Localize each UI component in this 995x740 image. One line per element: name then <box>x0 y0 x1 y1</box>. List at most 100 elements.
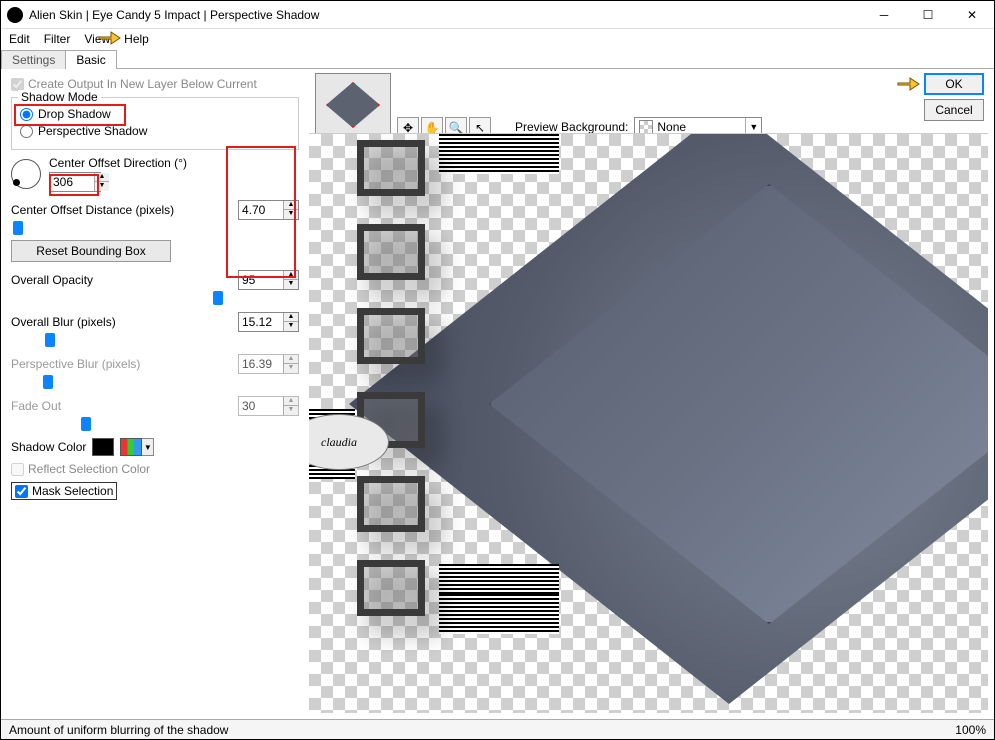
menu-bar: Edit Filter View Help <box>1 29 994 49</box>
menu-edit[interactable]: Edit <box>9 32 30 46</box>
radio-perspective-shadow[interactable]: Perspective Shadow <box>20 124 290 138</box>
perspective-blur-slider <box>11 376 299 388</box>
center-offset-distance-label: Center Offset Distance (pixels) <box>11 203 174 217</box>
overall-opacity-input[interactable] <box>239 271 283 289</box>
menu-filter[interactable]: Filter <box>44 32 71 46</box>
overall-blur-spinner[interactable]: ▲▼ <box>238 312 299 332</box>
pointer-hand-icon <box>97 27 121 47</box>
spin-down-icon[interactable]: ▼ <box>284 322 298 331</box>
preview-background-value: None <box>657 120 686 134</box>
title-bar: Alien Skin | Eye Candy 5 Impact | Perspe… <box>1 1 994 29</box>
shadow-color-swatch[interactable] <box>92 438 114 456</box>
right-toolbar-area: ✥ ✋ 🔍 ↖ Preview Background: None ▼ OK Ca… <box>309 69 994 133</box>
fade-out-input <box>239 397 283 415</box>
tabs-row: Settings Basic <box>1 49 994 69</box>
status-bar: Amount of uniform blurring of the shadow… <box>1 719 994 739</box>
reflect-selection-label: Reflect Selection Color <box>28 462 150 476</box>
film-cell <box>357 308 425 364</box>
minimize-button[interactable]: ─ <box>862 1 906 29</box>
preview-canvas[interactable]: claudia <box>309 133 988 713</box>
center-offset-direction-label: Center Offset Direction (°) <box>49 156 187 170</box>
shadow-color-row: Shadow Color ▼ <box>11 438 299 456</box>
stripe-decoration <box>439 594 559 634</box>
film-cell <box>357 476 425 532</box>
shadow-mode-legend: Shadow Mode <box>18 90 101 104</box>
transparency-swatch-icon <box>639 120 653 134</box>
spin-down-icon: ▼ <box>284 406 298 415</box>
menu-help[interactable]: Help <box>124 32 149 46</box>
center-offset-direction-input[interactable] <box>50 173 94 191</box>
overall-blur-row: Overall Blur (pixels) ▲▼ <box>11 312 299 332</box>
spin-up-icon[interactable]: ▲ <box>284 313 298 322</box>
mask-selection-label: Mask Selection <box>32 484 113 498</box>
right-panel: ✥ ✋ 🔍 ↖ Preview Background: None ▼ OK Ca… <box>309 69 994 719</box>
center-offset-distance-slider[interactable] <box>11 222 299 234</box>
film-cell <box>357 224 425 280</box>
radio-perspective-shadow-input[interactable] <box>20 125 33 138</box>
spin-up-icon[interactable]: ▲ <box>284 271 298 280</box>
perspective-blur-input <box>239 355 283 373</box>
spin-down-icon: ▼ <box>284 364 298 373</box>
radio-drop-shadow-input[interactable] <box>20 108 33 121</box>
film-cell <box>357 560 425 616</box>
create-output-checkbox[interactable]: Create Output In New Layer Below Current <box>11 77 299 91</box>
close-button[interactable]: ✕ <box>950 1 994 29</box>
direction-dial[interactable] <box>11 159 41 189</box>
spin-down-icon[interactable]: ▼ <box>284 280 298 289</box>
overall-opacity-spinner[interactable]: ▲▼ <box>238 270 299 290</box>
preview-background-label: Preview Background: <box>515 120 628 134</box>
overall-opacity-slider[interactable] <box>11 292 299 304</box>
color-picker-icon[interactable] <box>120 438 142 456</box>
reflect-selection-checkbox: Reflect Selection Color <box>11 462 299 476</box>
thumbnail-preview[interactable] <box>315 73 391 137</box>
film-strip <box>357 140 427 680</box>
reflect-selection-check <box>11 463 24 476</box>
shadow-color-label: Shadow Color <box>11 440 86 454</box>
app-icon <box>7 7 23 23</box>
center-offset-direction-row: Center Offset Direction (°) ▲▼ <box>11 156 299 192</box>
film-cell <box>357 140 425 196</box>
spin-up-icon: ▲ <box>284 397 298 406</box>
fade-out-label: Fade Out <box>11 399 61 413</box>
preview-background-row: Preview Background: None ▼ <box>515 73 762 137</box>
perspective-blur-label: Perspective Blur (pixels) <box>11 357 140 371</box>
maximize-button[interactable]: ☐ <box>906 1 950 29</box>
main-area: Create Output In New Layer Below Current… <box>1 69 994 719</box>
preview-tools: ✥ ✋ 🔍 ↖ <box>397 73 491 139</box>
cancel-button[interactable]: Cancel <box>924 99 984 121</box>
perspective-blur-spinner: ▲▼ <box>238 354 299 374</box>
spin-down-icon[interactable]: ▼ <box>284 210 298 219</box>
overall-opacity-label: Overall Opacity <box>11 273 93 287</box>
overall-opacity-row: Overall Opacity ▲▼ <box>11 270 299 290</box>
center-offset-distance-row: Center Offset Distance (pixels) ▲▼ <box>11 200 299 220</box>
status-zoom: 100% <box>955 723 986 737</box>
spin-down-icon[interactable]: ▼ <box>95 182 109 191</box>
radio-drop-shadow[interactable]: Drop Shadow <box>20 107 290 121</box>
fade-out-row: Fade Out ▲▼ <box>11 396 299 416</box>
ok-button[interactable]: OK <box>924 73 984 95</box>
center-offset-direction-spinner[interactable]: ▲▼ <box>49 172 101 192</box>
window-title: Alien Skin | Eye Candy 5 Impact | Perspe… <box>29 8 862 22</box>
center-offset-distance-input[interactable] <box>239 201 283 219</box>
spin-up-icon[interactable]: ▲ <box>95 173 109 182</box>
spin-up-icon: ▲ <box>284 355 298 364</box>
left-panel: Create Output In New Layer Below Current… <box>1 69 309 719</box>
radio-perspective-shadow-label: Perspective Shadow <box>38 124 147 138</box>
spin-up-icon[interactable]: ▲ <box>284 201 298 210</box>
status-hint: Amount of uniform blurring of the shadow <box>9 723 228 737</box>
tab-settings[interactable]: Settings <box>1 50 66 69</box>
color-picker-dropdown[interactable]: ▼ <box>142 438 154 456</box>
tab-basic[interactable]: Basic <box>65 50 116 69</box>
preview-artwork: claudia <box>309 134 988 713</box>
fade-out-spinner: ▲▼ <box>238 396 299 416</box>
overall-blur-slider[interactable] <box>11 334 299 346</box>
mask-selection-checkbox[interactable]: Mask Selection <box>11 482 117 500</box>
stripe-decoration <box>439 134 559 174</box>
create-output-check[interactable] <box>11 78 24 91</box>
perspective-blur-row: Perspective Blur (pixels) ▲▼ <box>11 354 299 374</box>
overall-blur-input[interactable] <box>239 313 283 331</box>
reset-bounding-box-button[interactable]: Reset Bounding Box <box>11 240 171 262</box>
center-offset-distance-spinner[interactable]: ▲▼ <box>238 200 299 220</box>
mask-selection-check[interactable] <box>15 485 28 498</box>
shadow-mode-group: Shadow Mode Drop Shadow Perspective Shad… <box>11 97 299 150</box>
